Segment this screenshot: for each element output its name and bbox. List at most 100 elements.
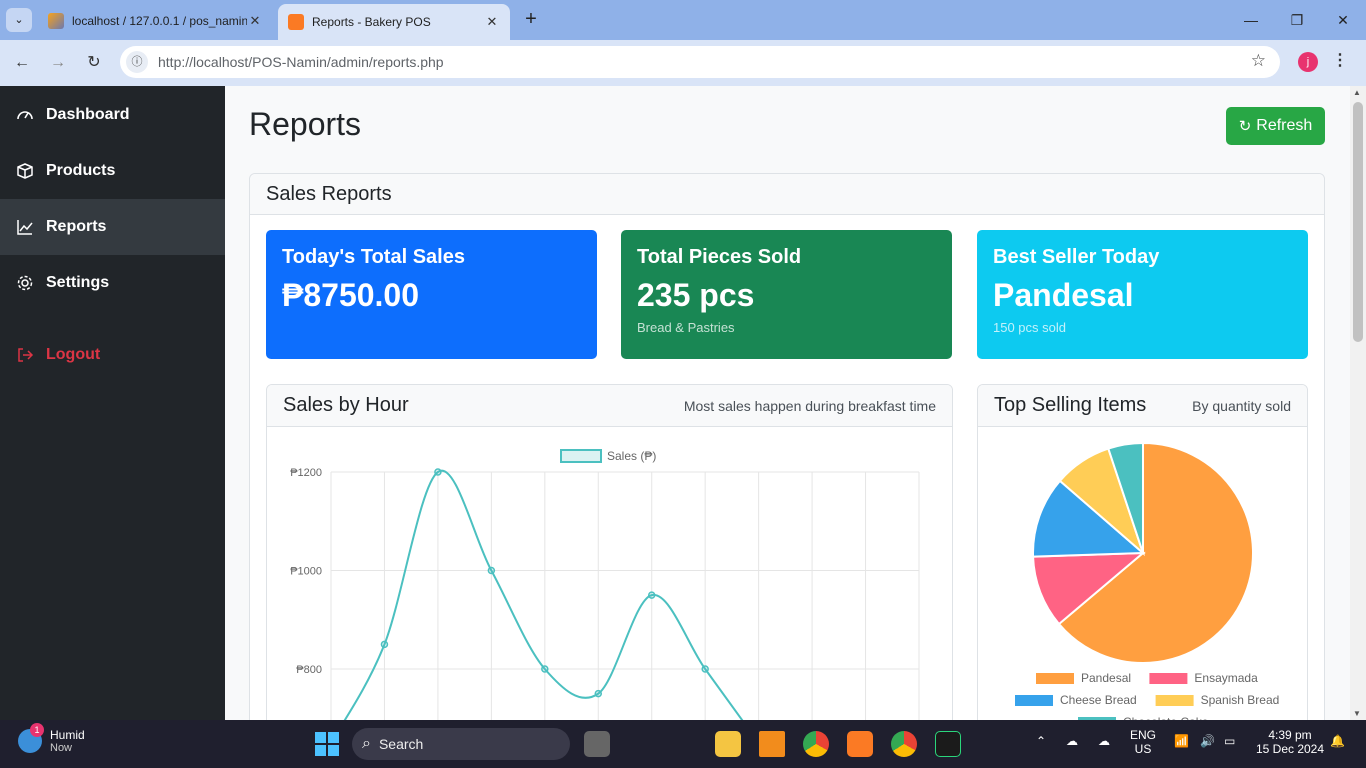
gear-icon	[17, 275, 33, 291]
speedometer-icon	[17, 111, 33, 120]
browser-tab-reports[interactable]: Reports - Bakery POS ✕	[278, 4, 510, 40]
wifi-icon[interactable]: 📶	[1174, 734, 1189, 748]
site-info-icon[interactable]: ⓘ	[126, 51, 148, 73]
weather-widget[interactable]: 1 Humid Now	[18, 723, 85, 754]
top-selling-subtitle: By quantity sold	[1192, 397, 1291, 414]
scroll-down-arrow[interactable]: ▼	[1353, 709, 1361, 718]
notification-bell-icon[interactable]: 🔔	[1330, 734, 1345, 748]
weather-sub: Now	[50, 742, 73, 754]
minimize-button[interactable]: —	[1236, 8, 1266, 32]
box-icon	[17, 163, 33, 179]
top-selling-title: Top Selling Items	[994, 394, 1147, 416]
browser-toolbar: ← → ↻ ⓘ http://localhost/POS-Namin/admin…	[0, 40, 1366, 86]
legend-swatch	[1036, 673, 1074, 684]
app-icon[interactable]	[935, 731, 961, 757]
maximize-button[interactable]: ❐	[1282, 8, 1312, 32]
refresh-button[interactable]: ↻ Refresh	[1226, 107, 1325, 145]
sales-by-hour-header: Sales by Hour Most sales happen during b…	[267, 385, 952, 427]
network-app-icon[interactable]: ☁	[1098, 734, 1110, 748]
main-content: Reports ↻ Refresh Sales Reports Today's …	[225, 86, 1350, 720]
xampp-icon	[288, 14, 304, 30]
search-label: Search	[378, 736, 424, 752]
profile-avatar[interactable]: j	[1298, 52, 1318, 72]
stat-card-total-sales: Today's Total Sales ₱8750.00	[266, 230, 597, 359]
stat-card-best-seller: Best Seller Today Pandesal 150 pcs sold	[977, 230, 1308, 359]
browser-menu-icon[interactable]: ⋮	[1332, 50, 1348, 70]
sales-by-hour-card: Sales by Hour Most sales happen during b…	[266, 384, 953, 720]
data-point	[701, 665, 709, 673]
task-view-icon[interactable]	[584, 731, 610, 757]
battery-icon[interactable]: ▭	[1224, 734, 1235, 748]
sidebar-item-label: Reports	[46, 218, 107, 235]
y-tick-label: ₱800	[296, 664, 322, 676]
stat-value: ₱8750.00	[282, 277, 420, 313]
top-selling-pie-chart: Pandesal Ensaymada Cheese Bread Spanish Bre…	[1015, 441, 1280, 720]
back-button[interactable]: ←	[10, 52, 34, 74]
phpmyadmin-icon	[48, 13, 64, 29]
stat-value: 235 pcs	[637, 277, 755, 313]
logout-label: Logout	[46, 346, 101, 363]
volume-icon[interactable]: 🔊	[1200, 734, 1215, 748]
start-button[interactable]	[315, 732, 339, 756]
legend-label: Spanish Bread	[1201, 693, 1280, 707]
data-point	[487, 566, 496, 575]
logout-link[interactable]: Logout	[0, 327, 225, 383]
tab-title: Reports - Bakery POS	[312, 15, 431, 29]
window-close-button[interactable]: ✕	[1328, 8, 1358, 32]
clock[interactable]: 4:39 pm 15 Dec 2024	[1254, 728, 1326, 756]
file-explorer-icon[interactable]	[715, 731, 741, 757]
legend-swatch	[1155, 695, 1194, 706]
stat-sub: 150 pcs sold	[993, 320, 1066, 335]
tab-search-button[interactable]: ⌄	[6, 8, 32, 32]
weather-title: Humid	[50, 728, 85, 742]
onedrive-icon[interactable]: ☁	[1066, 734, 1078, 748]
stat-title: Best Seller Today	[993, 246, 1160, 268]
language-indicator[interactable]: ENG US	[1130, 728, 1156, 756]
sidebar-item-label: Settings	[46, 274, 110, 291]
new-tab-button[interactable]: +	[520, 8, 542, 32]
chrome-profile-icon[interactable]	[891, 731, 917, 757]
data-point	[647, 591, 656, 599]
bookmark-star-icon[interactable]: ☆	[1251, 51, 1266, 71]
stat-card-pieces-sold: Total Pieces Sold 235 pcs Bread & Pastri…	[621, 230, 952, 359]
forward-button[interactable]: →	[46, 52, 70, 74]
sidebar-item-label: Dashboard	[46, 106, 130, 123]
browser-tab-phpmyadmin[interactable]: localhost / 127.0.0.1 / pos_namin ✕	[38, 4, 273, 38]
y-tick-label: ₱1000	[290, 566, 322, 578]
sidebar-item-settings[interactable]: Settings	[0, 255, 225, 311]
sidebar-item-products[interactable]: Products	[0, 143, 225, 199]
scrollbar-thumb[interactable]	[1353, 102, 1363, 342]
legend-swatch	[560, 449, 602, 463]
y-tick-label: ₱1200	[290, 467, 322, 479]
sidebar-item-dashboard[interactable]: Dashboard	[0, 87, 225, 143]
page-scrollbar[interactable]: ▲ ▼	[1350, 86, 1366, 720]
close-icon[interactable]: ✕	[247, 13, 263, 29]
tray-chevron-icon[interactable]: ⌃	[1036, 734, 1046, 748]
stat-title: Today's Total Sales	[282, 246, 465, 268]
legend-label: Pandesal	[1081, 671, 1131, 685]
legend-label: Ensaymada	[1194, 671, 1258, 685]
sidebar-item-reports[interactable]: Reports	[0, 199, 225, 255]
refresh-label: Refresh	[1256, 117, 1313, 134]
url-text: http://localhost/POS-Namin/admin/reports…	[158, 54, 444, 70]
search-icon: ⌕	[362, 735, 371, 752]
weather-icon: 1	[18, 723, 44, 753]
page-title: Reports	[249, 106, 362, 142]
legend-label: Cheese Bread	[1060, 693, 1137, 707]
sales-by-hour-title: Sales by Hour	[283, 394, 409, 416]
address-bar[interactable]: ⓘ http://localhost/POS-Namin/admin/repor…	[120, 46, 1280, 78]
tab-title: localhost / 127.0.0.1 / pos_namin	[72, 14, 247, 28]
stat-sub: Bread & Pastries	[637, 320, 735, 335]
xampp-icon[interactable]	[847, 731, 873, 757]
data-point	[380, 640, 389, 649]
scroll-up-arrow[interactable]: ▲	[1353, 88, 1361, 97]
refresh-icon: ↻	[1238, 118, 1252, 135]
legend-swatch	[1149, 673, 1188, 684]
chrome-icon[interactable]	[803, 731, 829, 757]
vlc-icon[interactable]	[759, 731, 785, 757]
legend-swatch	[1015, 695, 1053, 706]
taskbar-search[interactable]: ⌕ Search	[352, 728, 570, 760]
reload-button[interactable]: ↻	[82, 52, 106, 74]
chart-line-icon	[17, 220, 33, 235]
close-icon[interactable]: ✕	[484, 14, 500, 30]
